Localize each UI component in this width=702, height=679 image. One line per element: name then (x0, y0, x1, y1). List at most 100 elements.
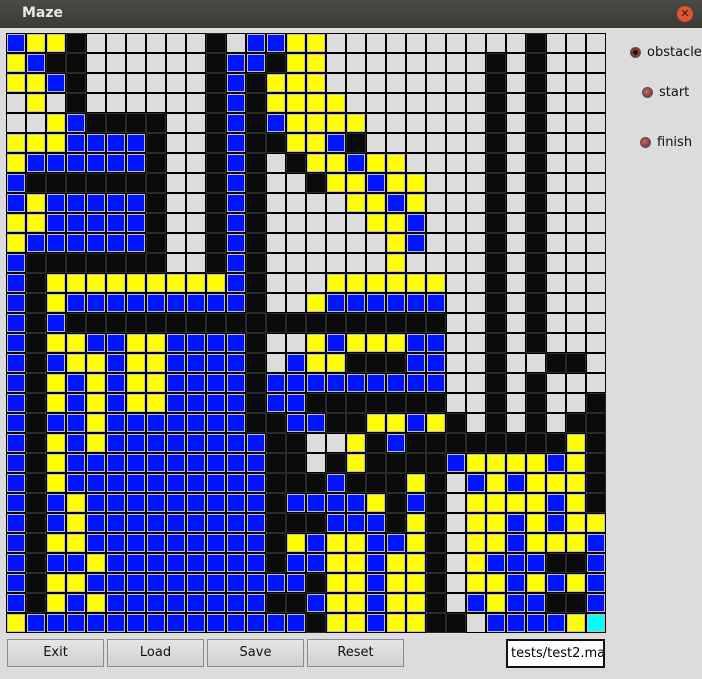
maze-cell-empty[interactable] (326, 213, 346, 233)
maze-cell-path[interactable] (406, 553, 426, 573)
maze-cell-visited[interactable] (146, 613, 166, 633)
maze-cell-obstacle[interactable] (246, 113, 266, 133)
maze-cell-obstacle[interactable] (206, 133, 226, 153)
maze-cell-visited[interactable] (66, 593, 86, 613)
maze-cell-obstacle[interactable] (26, 473, 46, 493)
maze-cell-empty[interactable] (306, 253, 326, 273)
maze-cell-path[interactable] (386, 253, 406, 273)
maze-cell-visited[interactable] (6, 573, 26, 593)
maze-cell-empty[interactable] (326, 433, 346, 453)
maze-cell-obstacle[interactable] (366, 453, 386, 473)
maze-cell-obstacle[interactable] (286, 313, 306, 333)
maze-cell-empty[interactable] (446, 553, 466, 573)
maze-cell-visited[interactable] (366, 573, 386, 593)
maze-cell-path[interactable] (126, 273, 146, 293)
maze-cell-visited[interactable] (226, 593, 246, 613)
maze-cell-visited[interactable] (106, 153, 126, 173)
maze-cell-visited[interactable] (206, 613, 226, 633)
maze-cell-path[interactable] (6, 53, 26, 73)
maze-cell-obstacle[interactable] (586, 393, 606, 413)
maze-cell-visited[interactable] (506, 553, 526, 573)
maze-cell-path[interactable] (86, 353, 106, 373)
maze-cell-visited[interactable] (226, 53, 246, 73)
maze-cell-empty[interactable] (566, 93, 586, 113)
maze-cell-path[interactable] (406, 473, 426, 493)
maze-cell-obstacle[interactable] (146, 153, 166, 173)
maze-cell-obstacle[interactable] (146, 133, 166, 153)
maze-cell-empty[interactable] (106, 33, 126, 53)
maze-cell-empty[interactable] (446, 513, 466, 533)
maze-cell-visited[interactable] (386, 193, 406, 213)
maze-cell-path[interactable] (326, 113, 346, 133)
maze-cell-obstacle[interactable] (26, 493, 46, 513)
maze-cell-obstacle[interactable] (526, 233, 546, 253)
maze-cell-empty[interactable] (126, 73, 146, 93)
maze-cell-visited[interactable] (386, 533, 406, 553)
maze-cell-visited[interactable] (166, 613, 186, 633)
maze-cell-empty[interactable] (406, 153, 426, 173)
maze-cell-empty[interactable] (366, 233, 386, 253)
maze-cell-obstacle[interactable] (326, 393, 346, 413)
maze-cell-empty[interactable] (406, 133, 426, 153)
maze-cell-path[interactable] (46, 373, 66, 393)
maze-cell-empty[interactable] (266, 153, 286, 173)
maze-cell-path[interactable] (6, 153, 26, 173)
maze-cell-visited[interactable] (366, 293, 386, 313)
maze-cell-empty[interactable] (446, 73, 466, 93)
maze-cell-path[interactable] (506, 453, 526, 473)
maze-cell-path[interactable] (46, 533, 66, 553)
maze-cell-empty[interactable] (466, 193, 486, 213)
maze-cell-path[interactable] (46, 293, 66, 313)
maze-cell-empty[interactable] (426, 213, 446, 233)
maze-cell-obstacle[interactable] (286, 433, 306, 453)
maze-cell-empty[interactable] (86, 53, 106, 73)
maze-cell-empty[interactable] (146, 33, 166, 53)
maze-cell-path[interactable] (106, 273, 126, 293)
maze-cell-path[interactable] (6, 73, 26, 93)
maze-cell-path[interactable] (306, 93, 326, 113)
maze-cell-obstacle[interactable] (566, 353, 586, 373)
maze-cell-path[interactable] (286, 53, 306, 73)
maze-cell-visited[interactable] (586, 573, 606, 593)
maze-cell-visited[interactable] (406, 413, 426, 433)
maze-cell-empty[interactable] (586, 273, 606, 293)
maze-cell-empty[interactable] (146, 73, 166, 93)
maze-cell-path[interactable] (26, 213, 46, 233)
maze-cell-path[interactable] (526, 473, 546, 493)
maze-cell-visited[interactable] (366, 613, 386, 633)
maze-cell-visited[interactable] (406, 333, 426, 353)
maze-cell-path[interactable] (66, 573, 86, 593)
maze-cell-obstacle[interactable] (66, 253, 86, 273)
maze-cell-path[interactable] (306, 113, 326, 133)
maze-cell-empty[interactable] (546, 213, 566, 233)
maze-cell-obstacle[interactable] (526, 33, 546, 53)
maze-cell-path[interactable] (326, 613, 346, 633)
maze-cell-path[interactable] (406, 613, 426, 633)
maze-cell-visited[interactable] (126, 613, 146, 633)
maze-cell-empty[interactable] (446, 593, 466, 613)
maze-cell-visited[interactable] (6, 593, 26, 613)
maze-cell-obstacle[interactable] (246, 413, 266, 433)
maze-cell-visited[interactable] (226, 173, 246, 193)
maze-cell-empty[interactable] (466, 73, 486, 93)
maze-cell-visited[interactable] (546, 613, 566, 633)
maze-cell-visited[interactable] (166, 593, 186, 613)
maze-cell-path[interactable] (346, 113, 366, 133)
maze-cell-obstacle[interactable] (486, 273, 506, 293)
maze-cell-visited[interactable] (406, 213, 426, 233)
maze-cell-path[interactable] (486, 593, 506, 613)
maze-cell-visited[interactable] (66, 373, 86, 393)
maze-cell-empty[interactable] (326, 33, 346, 53)
maze-cell-empty[interactable] (166, 73, 186, 93)
maze-cell-empty[interactable] (506, 353, 526, 373)
maze-cell-visited[interactable] (106, 573, 126, 593)
maze-cell-empty[interactable] (566, 373, 586, 393)
maze-cell-path[interactable] (126, 393, 146, 413)
maze-cell-path[interactable] (466, 533, 486, 553)
maze-cell-visited[interactable] (166, 513, 186, 533)
maze-cell-empty[interactable] (466, 133, 486, 153)
load-button[interactable]: Load (107, 639, 204, 667)
maze-cell-empty[interactable] (506, 213, 526, 233)
maze-cell-visited[interactable] (286, 493, 306, 513)
maze-cell-empty[interactable] (466, 153, 486, 173)
